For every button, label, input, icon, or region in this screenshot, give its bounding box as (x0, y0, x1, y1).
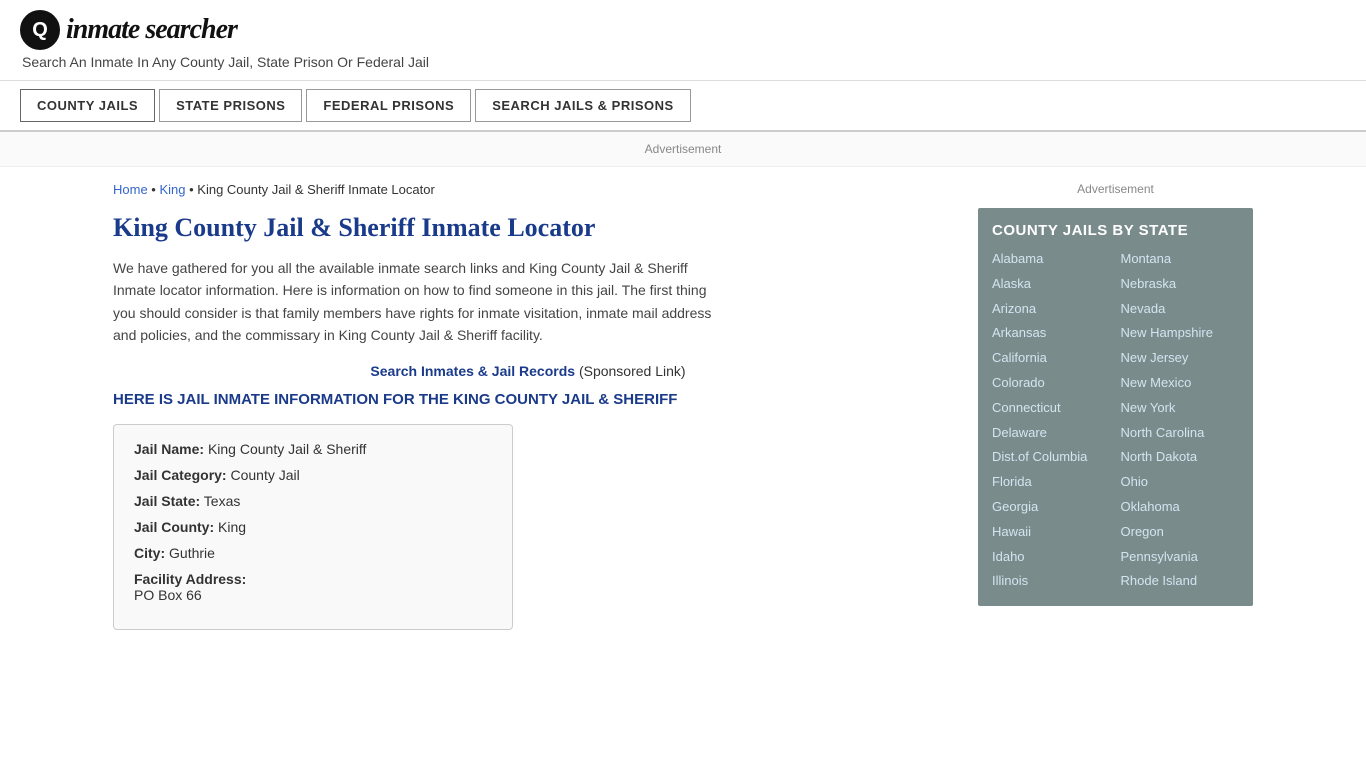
state-link[interactable]: Florida (992, 472, 1111, 493)
logo-area: Q inmate searcher (20, 10, 1346, 50)
page-title: King County Jail & Sheriff Inmate Locato… (113, 213, 943, 243)
jail-category-label: Jail Category: (134, 467, 227, 483)
state-link[interactable]: Ohio (1121, 472, 1240, 493)
sponsored-link-anchor[interactable]: Search Inmates & Jail Records (370, 363, 575, 379)
jail-city-value: Guthrie (169, 545, 215, 561)
breadcrumb-sep2: • (186, 182, 198, 197)
state-columns: Alabama Alaska Arizona Arkansas California Co… (992, 249, 1239, 592)
state-link[interactable]: Hawaii (992, 522, 1111, 543)
state-link[interactable]: Illinois (992, 571, 1111, 592)
state-link[interactable]: Delaware (992, 423, 1111, 444)
jail-city-label: City: (134, 545, 165, 561)
jail-address-value: PO Box 66 (134, 587, 492, 603)
state-link[interactable]: Dist.of Columbia (992, 447, 1111, 468)
logo-text-searcher: searcher (145, 14, 237, 45)
state-link[interactable]: Georgia (992, 497, 1111, 518)
jail-county-row: Jail County: King (134, 519, 492, 535)
state-box: COUNTY JAILS BY STATE Alabama Alaska Arizo… (978, 208, 1253, 606)
content: Home • King • King County Jail & Sheriff… (113, 167, 963, 650)
state-link[interactable]: California (992, 348, 1111, 369)
state-col-1: Alabama Alaska Arizona Arkansas California Co… (992, 249, 1111, 592)
jail-address-label: Facility Address: (134, 571, 246, 587)
jail-state-row: Jail State: Texas (134, 493, 492, 509)
state-link[interactable]: New Hampshire (1121, 323, 1240, 344)
logo-text-inmate: inmate (66, 14, 139, 45)
jail-name-value: King County Jail & Sheriff (208, 441, 367, 457)
state-link[interactable]: Nevada (1121, 299, 1240, 320)
tagline: Search An Inmate In Any County Jail, Sta… (22, 54, 1346, 70)
state-link[interactable]: Rhode Island (1121, 571, 1240, 592)
jail-name-row: Jail Name: King County Jail & Sheriff (134, 441, 492, 457)
state-link[interactable]: North Carolina (1121, 423, 1240, 444)
nav-federal-prisons[interactable]: FEDERAL PRISONS (306, 89, 471, 122)
breadcrumb-king[interactable]: King (159, 182, 185, 197)
nav: COUNTY JAILS STATE PRISONS FEDERAL PRISO… (0, 81, 1366, 132)
sidebar-ad: Advertisement (978, 182, 1253, 196)
jail-name-label: Jail Name: (134, 441, 204, 457)
state-col-2: Montana Nebraska Nevada New Hampshire New Je… (1121, 249, 1240, 592)
description: We have gathered for you all the availab… (113, 257, 713, 347)
state-box-title: COUNTY JAILS BY STATE (992, 222, 1239, 239)
state-link[interactable]: Arkansas (992, 323, 1111, 344)
sponsored-suffix: (Sponsored Link) (575, 363, 686, 379)
jail-state-value: Texas (204, 493, 241, 509)
sub-heading: HERE IS JAIL INMATE INFORMATION FOR THE … (113, 391, 943, 408)
state-link[interactable]: New Jersey (1121, 348, 1240, 369)
jail-category-value: County Jail (230, 467, 299, 483)
state-link[interactable]: Nebraska (1121, 274, 1240, 295)
breadcrumb: Home • King • King County Jail & Sheriff… (113, 182, 943, 197)
jail-state-label: Jail State: (134, 493, 200, 509)
state-link[interactable]: Arizona (992, 299, 1111, 320)
jail-city-row: City: Guthrie (134, 545, 492, 561)
main-layout: Home • King • King County Jail & Sheriff… (93, 167, 1273, 650)
jail-address-row: Facility Address: PO Box 66 (134, 571, 492, 603)
state-link[interactable]: Idaho (992, 547, 1111, 568)
nav-state-prisons[interactable]: STATE PRISONS (159, 89, 302, 122)
state-link[interactable]: New Mexico (1121, 373, 1240, 394)
state-link[interactable]: Colorado (992, 373, 1111, 394)
state-link[interactable]: Oklahoma (1121, 497, 1240, 518)
jail-county-label: Jail County: (134, 519, 214, 535)
logo-icon: Q (20, 10, 60, 50)
state-link[interactable]: Pennsylvania (1121, 547, 1240, 568)
info-box: Jail Name: King County Jail & Sheriff Ja… (113, 424, 513, 630)
state-link[interactable]: Connecticut (992, 398, 1111, 419)
nav-search-jails[interactable]: SEARCH JAILS & PRISONS (475, 89, 690, 122)
jail-county-value: King (218, 519, 246, 535)
sponsored-link: Search Inmates & Jail Records (Sponsored… (113, 363, 943, 379)
jail-category-row: Jail Category: County Jail (134, 467, 492, 483)
sidebar: Advertisement COUNTY JAILS BY STATE Alab… (963, 167, 1253, 650)
state-link[interactable]: North Dakota (1121, 447, 1240, 468)
breadcrumb-sep1: • (148, 182, 160, 197)
state-link[interactable]: Alaska (992, 274, 1111, 295)
state-link[interactable]: Alabama (992, 249, 1111, 270)
breadcrumb-home[interactable]: Home (113, 182, 148, 197)
nav-county-jails[interactable]: COUNTY JAILS (20, 89, 155, 122)
state-link[interactable]: Oregon (1121, 522, 1240, 543)
state-link[interactable]: Montana (1121, 249, 1240, 270)
logo-text: inmate searcher (66, 14, 237, 46)
breadcrumb-current: King County Jail & Sheriff Inmate Locato… (197, 182, 435, 197)
header: Q inmate searcher Search An Inmate In An… (0, 0, 1366, 81)
state-link[interactable]: New York (1121, 398, 1240, 419)
ad-bar: Advertisement (0, 132, 1366, 167)
